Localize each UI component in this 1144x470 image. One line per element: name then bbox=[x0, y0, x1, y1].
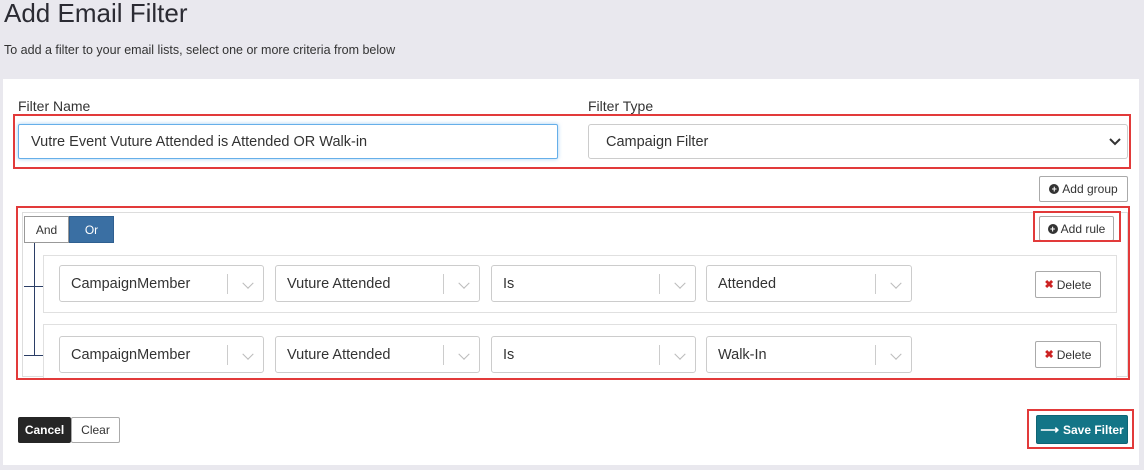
arrow-right-icon: ⟶ bbox=[1040, 421, 1059, 437]
filter-type-select[interactable]: Campaign Filter bbox=[588, 124, 1128, 159]
rule-operator-value: Is bbox=[503, 346, 515, 363]
condition-and-label: And bbox=[35, 222, 58, 237]
filter-name-value: Vutre Event Vuture Attended is Attended … bbox=[31, 133, 368, 150]
chevron-down-icon bbox=[890, 277, 902, 289]
rule-value-value: Walk-In bbox=[718, 346, 767, 363]
rule-value-select[interactable]: Attended bbox=[706, 265, 912, 302]
select-divider bbox=[443, 274, 444, 294]
chevron-down-icon bbox=[1109, 135, 1121, 149]
add-group-button[interactable]: + Add group bbox=[1039, 176, 1128, 202]
chevron-down-icon bbox=[458, 348, 470, 360]
clear-button[interactable]: Clear bbox=[71, 417, 120, 443]
select-divider bbox=[659, 274, 660, 294]
save-filter-label: Save Filter bbox=[1062, 422, 1124, 437]
rule-field-select[interactable]: Vuture Attended bbox=[275, 265, 480, 302]
select-divider bbox=[227, 345, 228, 365]
filter-type-label: Filter Type bbox=[588, 98, 654, 114]
add-rule-button[interactable]: + Add rule bbox=[1039, 216, 1114, 241]
chevron-down-icon bbox=[890, 348, 902, 360]
select-divider bbox=[875, 345, 876, 365]
delete-label: Delete bbox=[1056, 277, 1092, 292]
rule-value-select[interactable]: Walk-In bbox=[706, 336, 912, 373]
rule-object-select[interactable]: CampaignMember bbox=[59, 265, 264, 302]
rule-object-select[interactable]: CampaignMember bbox=[59, 336, 264, 373]
plus-circle-icon: + bbox=[1047, 223, 1058, 234]
rule-field-value: Vuture Attended bbox=[287, 275, 391, 292]
rule-value-value: Attended bbox=[718, 275, 777, 292]
cancel-button[interactable]: Cancel bbox=[18, 417, 71, 443]
chevron-down-icon bbox=[458, 277, 470, 289]
chevron-down-icon bbox=[242, 277, 254, 289]
cancel-label: Cancel bbox=[24, 423, 65, 437]
page-subtitle: To add a filter to your email lists, sel… bbox=[4, 43, 396, 57]
rule-field-select[interactable]: Vuture Attended bbox=[275, 336, 480, 373]
select-divider bbox=[227, 274, 228, 294]
filter-name-label: Filter Name bbox=[18, 98, 91, 114]
rule-field-value: Vuture Attended bbox=[287, 346, 391, 363]
chevron-down-icon bbox=[674, 277, 686, 289]
close-icon: ✖ bbox=[1044, 279, 1054, 291]
chevron-down-icon bbox=[242, 348, 254, 360]
delete-rule-button[interactable]: ✖ Delete bbox=[1035, 341, 1101, 368]
condition-or-toggle[interactable]: Or bbox=[69, 216, 114, 243]
clear-label: Clear bbox=[81, 423, 110, 437]
rule-object-value: CampaignMember bbox=[71, 275, 191, 292]
page-title: Add Email Filter bbox=[4, 0, 188, 28]
filter-name-input[interactable]: Vutre Event Vuture Attended is Attended … bbox=[18, 124, 558, 159]
rule-operator-value: Is bbox=[503, 275, 515, 292]
add-group-label: Add group bbox=[1062, 182, 1118, 196]
filter-type-value: Campaign Filter bbox=[606, 133, 709, 150]
condition-or-label: Or bbox=[84, 222, 99, 237]
rule-operator-select[interactable]: Is bbox=[491, 265, 696, 302]
condition-and-toggle[interactable]: And bbox=[24, 216, 69, 243]
select-divider bbox=[443, 345, 444, 365]
rule-object-value: CampaignMember bbox=[71, 346, 191, 363]
select-divider bbox=[875, 274, 876, 294]
select-divider bbox=[659, 345, 660, 365]
save-filter-button[interactable]: ⟶ Save Filter bbox=[1036, 415, 1128, 444]
tree-line-branch bbox=[24, 355, 44, 356]
add-rule-label: Add rule bbox=[1060, 221, 1106, 236]
delete-label: Delete bbox=[1056, 347, 1092, 362]
delete-rule-button[interactable]: ✖ Delete bbox=[1035, 271, 1101, 298]
tree-line-branch bbox=[24, 286, 44, 287]
plus-circle-icon: + bbox=[1049, 184, 1060, 194]
rule-operator-select[interactable]: Is bbox=[491, 336, 696, 373]
chevron-down-icon bbox=[674, 348, 686, 360]
tree-line-vertical bbox=[34, 243, 35, 356]
close-icon: ✖ bbox=[1044, 349, 1054, 361]
